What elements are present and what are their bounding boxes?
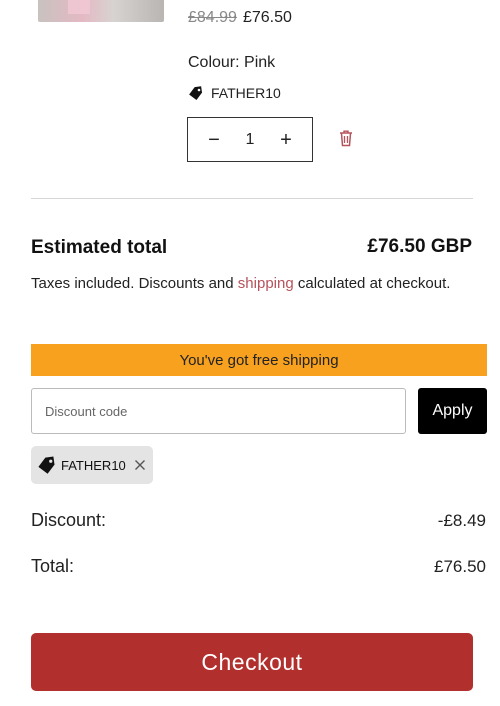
increase-quantity-button[interactable]: + — [276, 130, 296, 150]
total-value: £76.50 — [434, 557, 486, 576]
estimated-total-label: Estimated total — [31, 237, 168, 258]
item-discount-code: FATHER10 — [211, 85, 281, 101]
variant-colour: Colour: Pink — [188, 54, 276, 71]
tax-note-text-end: calculated at checkout. — [293, 275, 451, 292]
discount-label: Discount: — [31, 510, 107, 530]
decrease-quantity-button[interactable]: − — [204, 130, 224, 150]
estimated-total-value: £76.50 GBP — [367, 236, 472, 257]
tax-note-text: Taxes included. Discounts and — [31, 275, 238, 292]
quantity-stepper: − 1 + — [187, 117, 313, 162]
price-line: £84.99 £76.50 — [188, 9, 292, 27]
tag-icon — [38, 456, 55, 474]
apply-discount-button[interactable]: Apply — [418, 388, 487, 434]
checkout-button[interactable]: Checkout — [31, 633, 473, 691]
total-label: Total: — [31, 556, 75, 576]
section-divider — [31, 198, 473, 199]
original-price: £84.99 — [188, 9, 237, 26]
tag-icon — [189, 86, 203, 101]
shipping-link[interactable]: shipping — [238, 275, 294, 292]
free-shipping-banner: You've got free shipping — [31, 344, 487, 376]
applied-discount-chip: FATHER10 — [31, 446, 153, 484]
close-icon[interactable] — [134, 459, 146, 471]
quantity-value[interactable]: 1 — [246, 131, 255, 149]
sale-price: £76.50 — [242, 9, 292, 26]
product-thumbnail[interactable] — [38, 0, 164, 22]
applied-item-discount: FATHER10 — [188, 85, 281, 101]
trash-icon[interactable] — [338, 129, 354, 147]
applied-discount-code: FATHER10 — [61, 457, 126, 473]
tax-note: Taxes included. Discounts and shipping c… — [31, 272, 476, 295]
discount-code-input[interactable] — [31, 388, 406, 434]
discount-value: -£8.49 — [437, 511, 486, 530]
